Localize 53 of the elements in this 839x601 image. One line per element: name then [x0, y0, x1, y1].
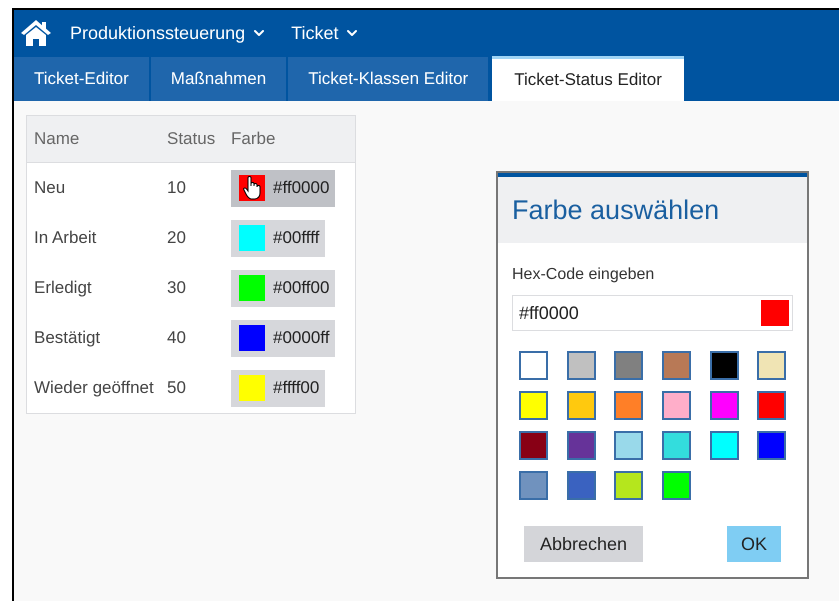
color-swatch-button[interactable]: [519, 471, 548, 500]
dialog-title: Farbe auswählen: [512, 194, 720, 227]
tab[interactable]: Ticket-Status Editor: [492, 56, 684, 101]
table-cell-text: 20: [167, 227, 186, 250]
table-cell-text: 50: [167, 377, 186, 400]
color-swatch-button[interactable]: [614, 351, 644, 380]
table-cell-text: In Arbeit: [34, 227, 96, 250]
color-swatch-button[interactable]: [566, 471, 596, 500]
color-button[interactable]: #ff0000: [231, 170, 336, 206]
color-swatch-button[interactable]: [566, 351, 596, 380]
table-cell-text: Wieder geöffnet: [34, 377, 154, 400]
color-swatch-button[interactable]: [519, 431, 548, 460]
color-button[interactable]: #ffff00: [231, 370, 326, 406]
color-swatch-button[interactable]: [662, 431, 691, 460]
table-cell-text: Bestätigt: [34, 327, 100, 350]
nav-menu[interactable]: Ticket: [291, 20, 360, 46]
hex-input-field[interactable]: #ff0000: [512, 295, 793, 331]
color-swatch-button[interactable]: [662, 471, 691, 500]
table-cell-text: 30: [167, 277, 186, 300]
color-swatch-button[interactable]: [519, 351, 548, 380]
table-cell-text: 10: [167, 177, 186, 200]
color-swatch-button[interactable]: [710, 391, 739, 420]
field-label: Hex-Code eingeben: [512, 265, 656, 285]
column-header: Farbe: [231, 128, 276, 150]
color-button[interactable]: #0000ff: [231, 320, 336, 356]
column-header: Status: [167, 128, 216, 150]
color-button[interactable]: #00ffff: [231, 220, 326, 256]
color-swatch-button[interactable]: [757, 351, 786, 380]
nav-menu[interactable]: Produktionssteuerung: [70, 20, 268, 46]
color-swatch-button[interactable]: [757, 391, 786, 420]
color-swatch-button[interactable]: [757, 431, 786, 460]
color-swatch-button[interactable]: [519, 391, 548, 420]
tab[interactable]: Maßnahmen: [150, 57, 286, 101]
color-swatch-button[interactable]: [566, 431, 596, 460]
color-swatch-button[interactable]: [662, 391, 691, 420]
ok-button[interactable]: OK: [726, 526, 781, 562]
color-swatch-button[interactable]: [662, 351, 691, 380]
home-icon[interactable]: [20, 19, 52, 47]
color-swatch-button[interactable]: [710, 351, 739, 380]
color-button[interactable]: #00ff00: [231, 270, 336, 306]
hand-cursor-icon: [243, 176, 261, 200]
color-swatch-button[interactable]: [614, 471, 644, 500]
tab[interactable]: Ticket-Klassen Editor: [288, 57, 488, 101]
column-header: Name: [34, 128, 80, 150]
color-swatch-button[interactable]: [710, 431, 739, 460]
cancel-button[interactable]: Abbrechen: [524, 526, 644, 562]
table-cell-text: 40: [167, 327, 186, 350]
table-cell-text: Neu: [34, 177, 66, 200]
tab[interactable]: Ticket-Editor: [14, 57, 149, 101]
color-swatch-button[interactable]: [614, 431, 644, 460]
table-cell-text: Erledigt: [34, 277, 92, 300]
color-swatch-button[interactable]: [614, 391, 644, 420]
color-swatch-button[interactable]: [566, 391, 596, 420]
